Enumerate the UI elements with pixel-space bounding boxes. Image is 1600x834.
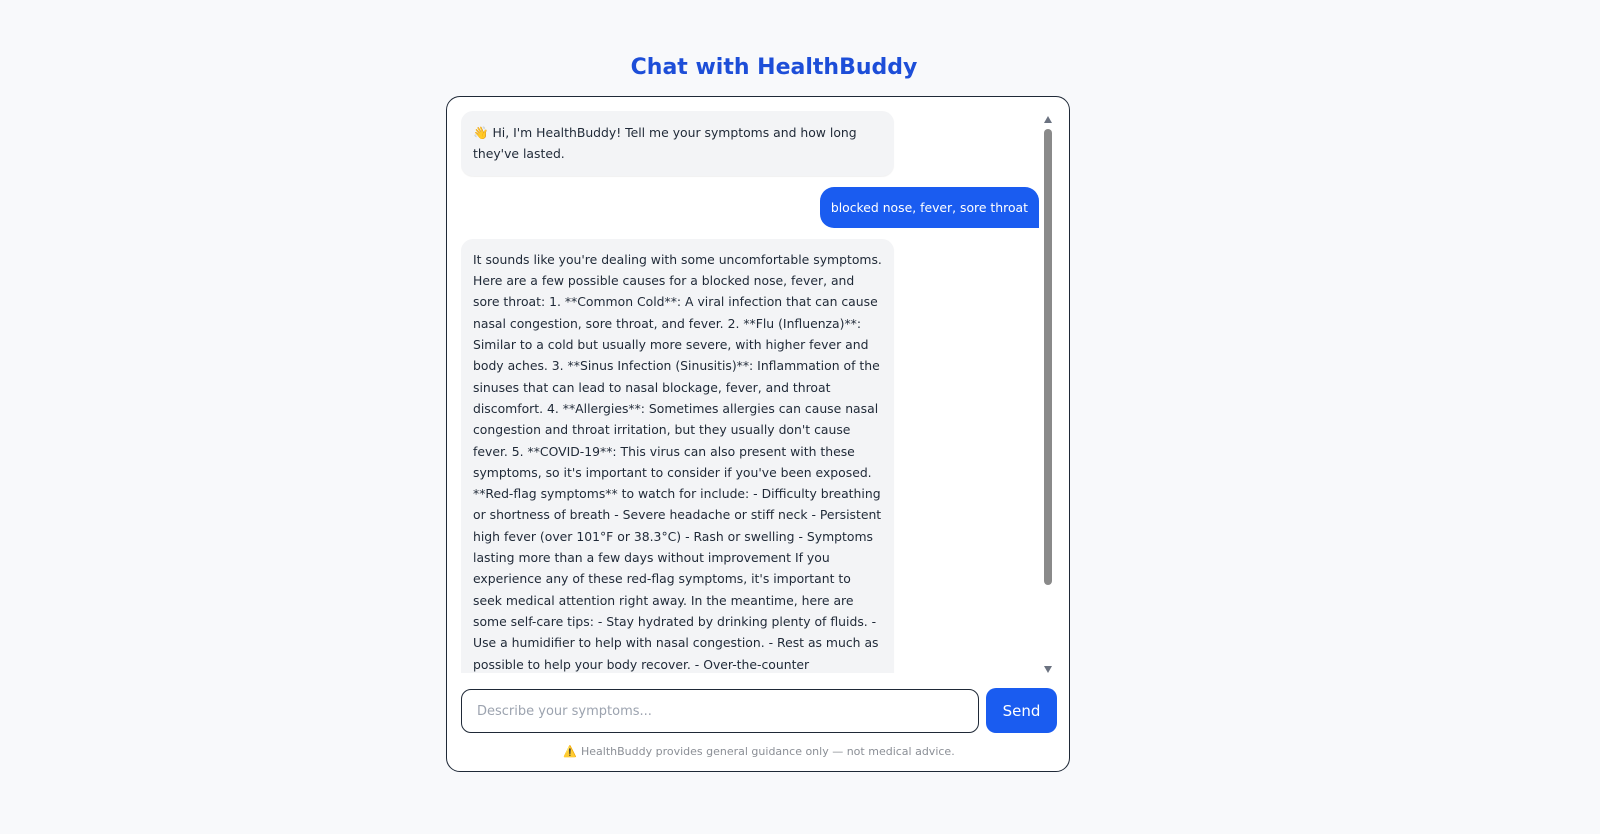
disclaimer: ⚠️ HealthBuddy provides general guidance …: [447, 745, 1071, 758]
scrollbar-thumb[interactable]: [1043, 129, 1052, 585]
page-title: Chat with HealthBuddy: [630, 55, 918, 80]
send-button[interactable]: Send: [986, 688, 1057, 733]
disclaimer-text: HealthBuddy provides general guidance on…: [580, 745, 955, 758]
bot-message: It sounds like you're dealing with some …: [461, 238, 894, 673]
bot-message-text: It sounds like you're dealing with some …: [473, 251, 882, 672]
user-message-row: blocked nose, fever, sore throat: [461, 186, 1039, 228]
message-list: 👋 Hi, I'm HealthBuddy! Tell me your sympt…: [461, 111, 1039, 673]
chat-window: 👋 Hi, I'm HealthBuddy! Tell me your sympt…: [446, 96, 1070, 772]
scroll-up-arrow-icon[interactable]: [1044, 116, 1052, 123]
waving-hand-icon: 👋: [473, 125, 489, 140]
composer: Send: [461, 687, 1057, 733]
bot-message-text: Hi, I'm HealthBuddy! Tell me your sympto…: [473, 125, 857, 162]
bot-message: 👋 Hi, I'm HealthBuddy! Tell me your sympt…: [461, 111, 894, 176]
user-message: blocked nose, fever, sore throat: [819, 186, 1039, 228]
scroll-down-arrow-icon[interactable]: [1044, 666, 1052, 673]
messages-scrollbar[interactable]: [1041, 113, 1055, 673]
warning-icon: ⚠️: [563, 745, 577, 758]
symptom-input[interactable]: [461, 689, 979, 733]
